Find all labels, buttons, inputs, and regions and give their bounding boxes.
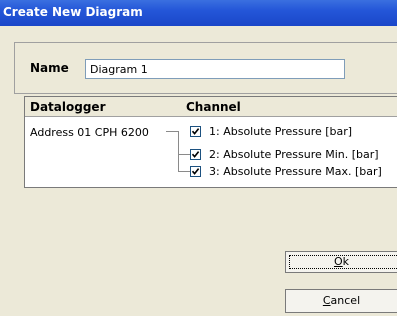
ok-button[interactable]: Ok [285,251,397,273]
tree-connector [178,154,190,155]
checkmark-icon [191,168,200,175]
name-input[interactable] [85,59,345,79]
channel-3-checkbox[interactable] [190,166,201,177]
tree-connector [178,171,190,172]
datalogger-name[interactable]: Address 01 CPH 6200 [30,126,149,139]
focus-rectangle [289,255,397,269]
checkmark-icon [191,128,200,135]
channel-2-label[interactable]: 2: Absolute Pressure Min. [bar] [209,148,379,161]
cancel-label-rest: ancel [330,294,361,307]
name-label: Name [30,61,69,75]
checkmark-icon [191,151,200,158]
channel-2-checkbox[interactable] [190,149,201,160]
channel-3-label[interactable]: 3: Absolute Pressure Max. [bar] [209,165,382,178]
column-header-datalogger[interactable]: Datalogger [30,100,106,114]
channel-1-label[interactable]: 1: Absolute Pressure [bar] [209,125,352,138]
tree-connector [166,131,178,132]
column-header-channel[interactable]: Channel [186,100,241,114]
tree-connector [178,131,179,172]
cancel-mnemonic: C [322,294,331,307]
window-title: Create New Diagram [3,5,143,19]
cancel-button[interactable]: Cancel [285,289,397,313]
channel-1-checkbox[interactable] [190,126,201,137]
